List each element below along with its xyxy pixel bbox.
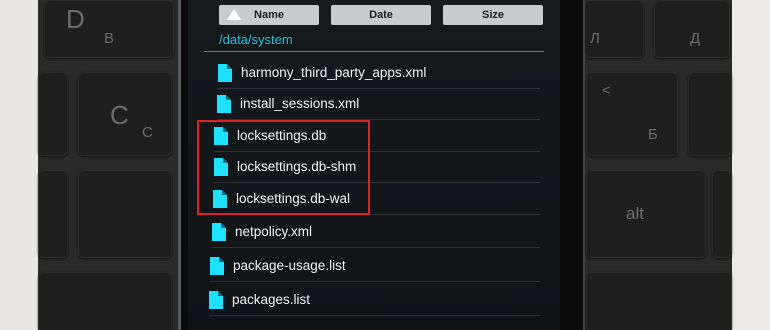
key-label-d: D: [66, 4, 85, 34]
file-row[interactable]: netpolicy.xml: [212, 216, 540, 248]
keyboard-key-right-bottom: [586, 272, 732, 330]
sort-name-label: Name: [254, 9, 284, 21]
keyboard-key-d-cyr: Д: [654, 0, 730, 58]
sort-ascending-icon: [227, 9, 241, 20]
file-name: install_sessions.xml: [240, 96, 360, 111]
keyboard-key-d: D В: [44, 0, 174, 58]
sort-by-date-button[interactable]: Date: [331, 5, 431, 25]
file-icon: [212, 222, 226, 241]
key-label-alt: alt: [626, 204, 644, 223]
key-label-s: С: [142, 124, 153, 141]
key-label-c: C: [110, 100, 129, 130]
highlight-box: [197, 120, 370, 215]
key-label-lt: <: [602, 82, 611, 99]
key-label-v: В: [104, 30, 115, 47]
file-row[interactable]: install_sessions.xml: [217, 88, 540, 120]
path-divider: [204, 51, 544, 52]
keyboard-key-left-3: [78, 170, 172, 258]
file-name: netpolicy.xml: [235, 224, 313, 239]
sort-size-label: Size: [481, 9, 504, 21]
file-name: packages.list: [232, 292, 311, 307]
keyboard-key-right-edge-1: [688, 72, 732, 156]
keyboard-key-right-edge-2: [712, 170, 732, 258]
photo-background: D В C С Л Д < Б alt Name Date Size /data…: [0, 0, 770, 330]
keyboard-key-lt: < Б: [586, 72, 678, 156]
keyboard-key-left-2: [38, 170, 68, 258]
keyboard-key-alt: alt: [586, 170, 706, 258]
file-row[interactable]: harmony_third_party_apps.xml: [218, 57, 540, 89]
keyboard-key-l: Л: [584, 0, 644, 58]
keyboard-key-left-1: [38, 72, 68, 156]
sort-by-size-button[interactable]: Size: [443, 5, 543, 25]
keyboard-key-c: C С: [78, 72, 172, 156]
keyboard-key-left-4: [38, 272, 172, 330]
file-name: package-usage.list: [233, 258, 346, 273]
key-label-l: Л: [590, 30, 600, 47]
current-path: /data/system: [219, 32, 293, 47]
file-icon: [218, 63, 232, 82]
sort-date-label: Date: [369, 9, 393, 21]
file-row[interactable]: packages.list: [209, 284, 540, 316]
file-icon: [217, 94, 231, 113]
key-label-b: Б: [648, 126, 658, 143]
sort-by-name-button[interactable]: Name: [219, 5, 319, 25]
file-icon: [209, 290, 223, 309]
key-label-d-cyr: Д: [690, 30, 701, 47]
file-row[interactable]: package-usage.list: [210, 250, 540, 282]
file-name: harmony_third_party_apps.xml: [241, 65, 427, 80]
file-icon: [210, 256, 224, 275]
